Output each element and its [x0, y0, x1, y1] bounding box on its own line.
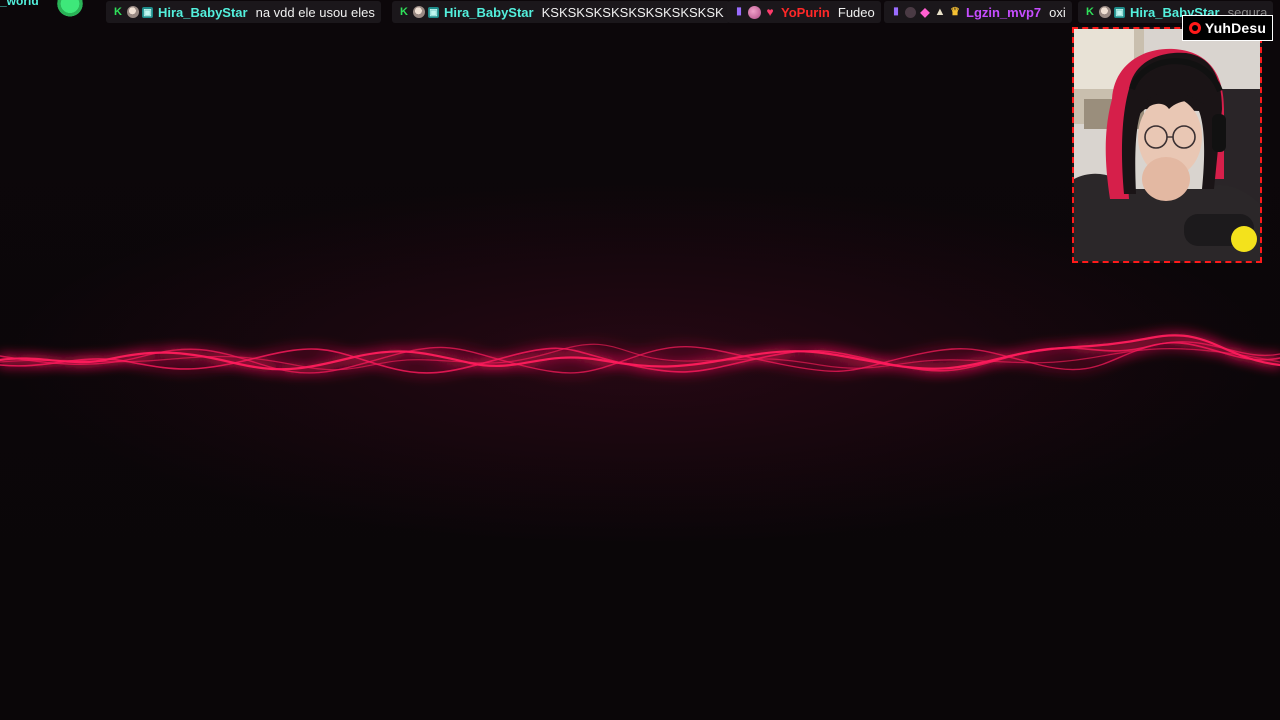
chat-message: K ▣ Hira_BabyStar na vdd ele usou eles [106, 1, 381, 23]
waveform-glow [0, 334, 1280, 374]
crown-badge-icon: ♛ [950, 5, 960, 18]
chat-ticker: _world K ▣ Hira_BabyStar na vdd ele usou… [0, 0, 1280, 26]
avatar-badge-icon [413, 6, 425, 18]
kick-badge-icon: K [400, 5, 408, 18]
webcam-yellow-ball [1231, 226, 1257, 252]
avatar-badge-icon [905, 6, 916, 18]
twitch-badge-icon: ▮ [736, 6, 742, 17]
avatar-badge-icon [748, 5, 761, 19]
chat-text: na vdd ele usou eles [255, 4, 375, 20]
chat-text: oxi [1049, 4, 1066, 20]
gift-badge-icon: ▣ [1114, 6, 1125, 18]
cake-badge-icon: ▲ [934, 5, 946, 18]
twitch-badge-icon: ▮ [893, 6, 899, 17]
chat-message: ▮ ◆ ▲ ♛ Lgzin_mvp7 oxi [884, 1, 1072, 23]
chat-username: Hira_BabyStar [158, 4, 248, 20]
audio-waveform [0, 334, 1280, 374]
webcam-hand [1142, 157, 1190, 201]
gift-badge-icon: ▣ [428, 6, 439, 18]
webcam-feed-image [1074, 29, 1260, 261]
chat-text: Fudeo [837, 4, 875, 20]
channel-handle-tag: YuhDesu [1182, 15, 1273, 41]
channel-handle: YuhDesu [1204, 20, 1267, 36]
chat-partial-username: _world [0, 0, 39, 8]
chat-username: Lgzin_mvp7 [966, 4, 1042, 20]
heart-badge-icon: ♥ [766, 5, 774, 19]
chat-message: ▮ ♥ YoPurin Fudeo [727, 1, 881, 23]
kick-badge-icon: K [1086, 5, 1094, 18]
kick-badge-icon: K [114, 5, 122, 18]
chat-username: YoPurin [781, 4, 830, 20]
frog-emote-icon [52, 0, 88, 18]
chat-message: K ▣ Hira_BabyStar KSKSKSKSKSKSKSKSKSKSK [392, 1, 730, 23]
gem-badge-icon: ◆ [920, 5, 930, 19]
avatar-badge-icon [127, 6, 139, 18]
avatar-badge-icon [1099, 6, 1111, 18]
waveform-line [0, 334, 1280, 371]
chat-text: KSKSKSKSKSKSKSKSKSKSK [541, 4, 724, 20]
chat-username: Hira_BabyStar [444, 4, 534, 20]
stream-scene: _world K ▣ Hira_BabyStar na vdd ele usou… [0, 0, 1280, 720]
webcam-frame [1072, 27, 1262, 263]
camera-icon [1188, 22, 1201, 34]
gift-badge-icon: ▣ [142, 6, 153, 18]
webcam-headphones-cup [1212, 114, 1226, 152]
